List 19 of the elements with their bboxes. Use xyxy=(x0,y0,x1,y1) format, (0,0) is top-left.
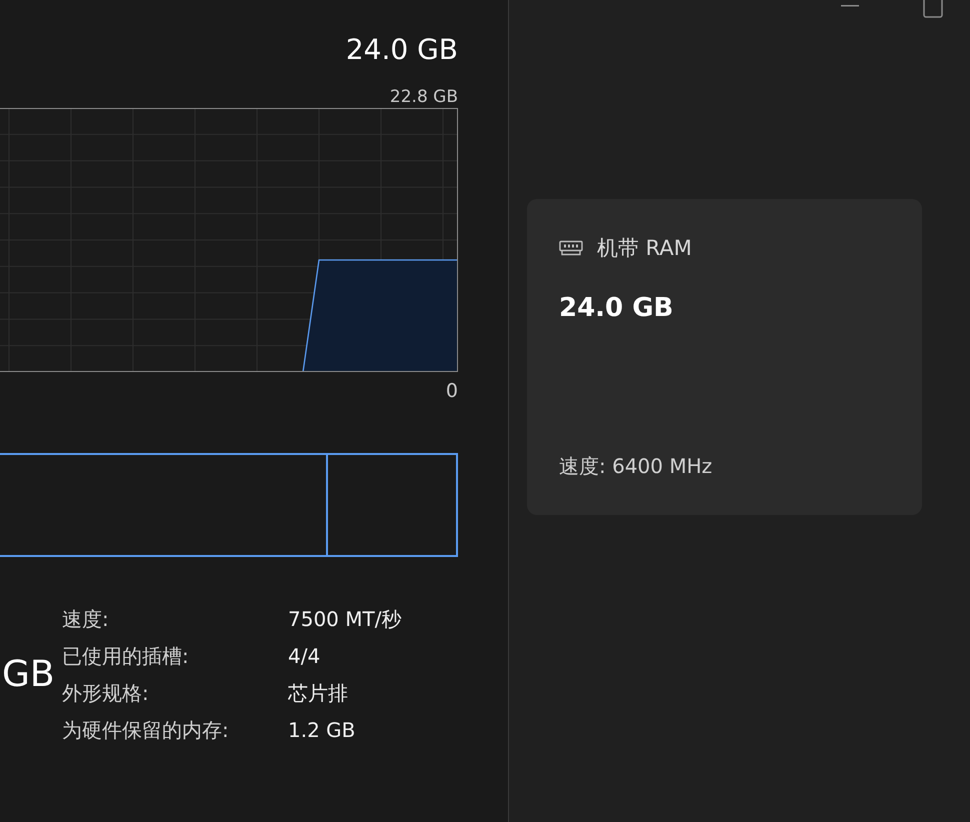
stat-label: 外形规格: xyxy=(62,680,150,707)
stat-value: 7500 MT/秒 xyxy=(288,606,402,633)
chart-min-label: 0 xyxy=(446,380,458,402)
chart-max-label: 22.8 GB xyxy=(390,86,458,108)
card-title: 机带 RAM xyxy=(597,235,692,262)
installed-ram-value: 24.0 GB xyxy=(559,293,674,323)
memory-total: 24.0 GB xyxy=(346,32,458,68)
stat-label: 速度: xyxy=(62,606,110,633)
stat-label: 已使用的插槽: xyxy=(62,643,190,670)
maximize-button[interactable] xyxy=(921,0,945,18)
maximize-icon xyxy=(923,0,943,18)
ram-speed: 速度: 6400 MHz xyxy=(559,453,714,480)
stat-label: 为硬件保留的内存: xyxy=(62,717,230,744)
stat-value: 1.2 GB xyxy=(288,717,356,744)
stat-value: 4/4 xyxy=(288,643,322,670)
memory-module-icon xyxy=(559,240,583,256)
memory-value: GB xyxy=(2,654,56,695)
minimize-icon xyxy=(841,5,859,7)
stat-value: 芯片排 xyxy=(288,680,349,707)
